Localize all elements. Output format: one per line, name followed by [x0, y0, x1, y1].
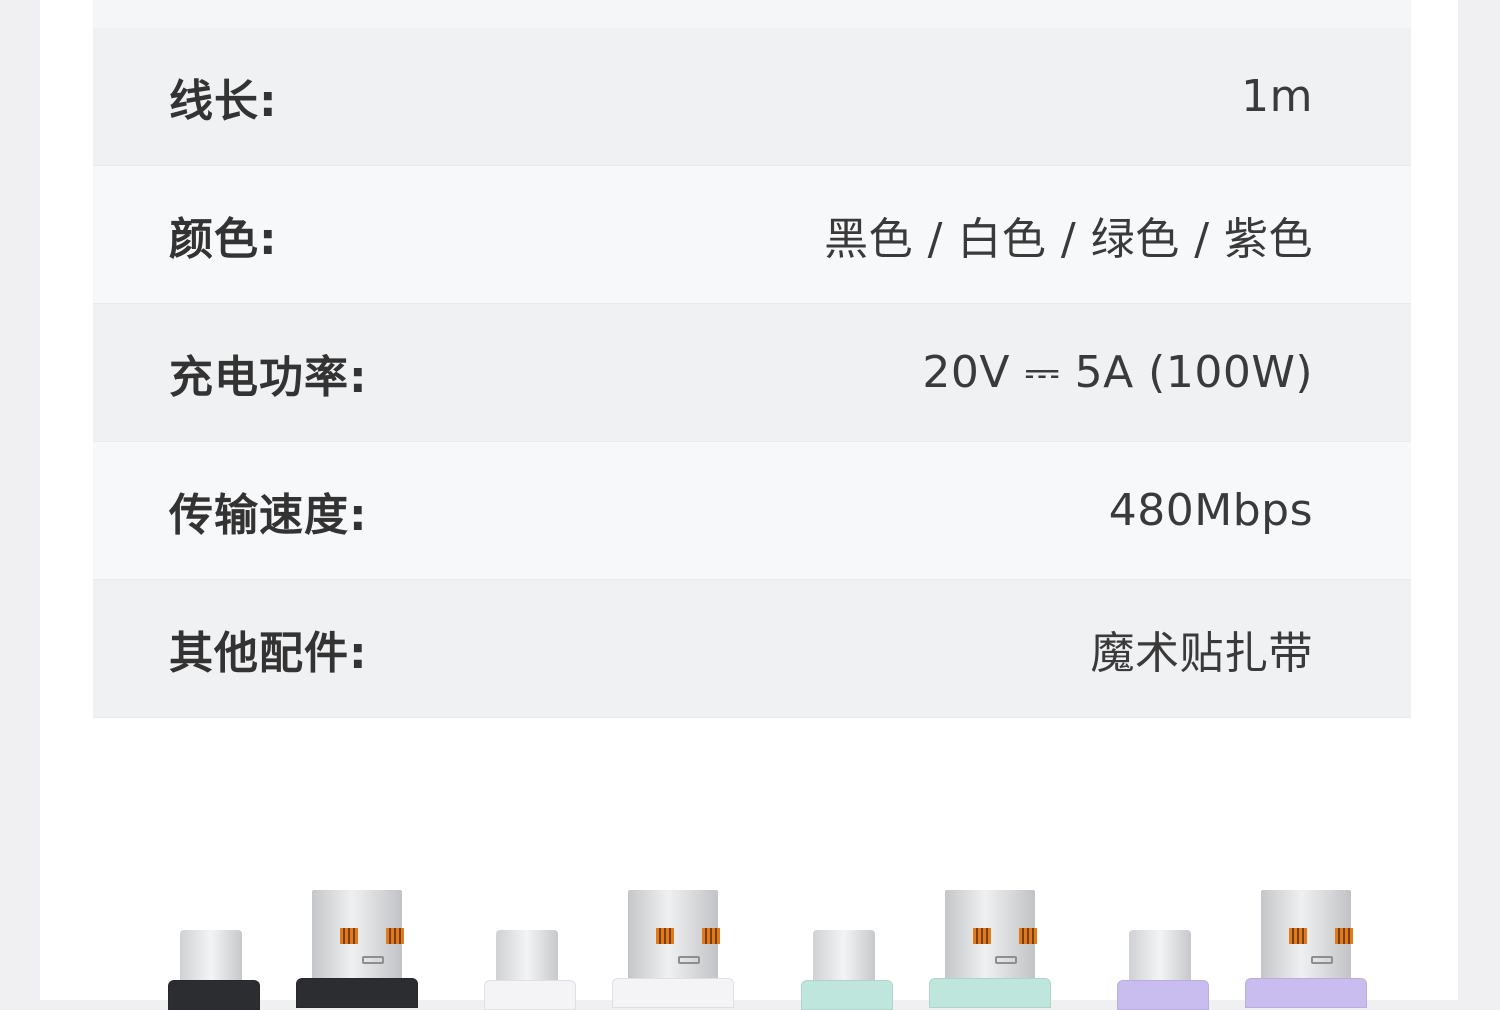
- cable-product-image: [40, 870, 1458, 1010]
- usb-c-connector-icon: [168, 930, 260, 1010]
- spec-label: 充电功率:: [169, 351, 368, 403]
- spec-value: 480Mbps: [1108, 485, 1313, 536]
- usb-a-connector-icon: [1245, 890, 1367, 1008]
- usb-a-connector-icon: [929, 890, 1051, 1008]
- cable-green: [801, 870, 1051, 1010]
- spec-row-color: 颜色: 黑色 / 白色 / 绿色 / 紫色: [93, 166, 1411, 304]
- spec-label: 其他配件:: [169, 627, 368, 679]
- spec-value: 魔术贴扎带: [1090, 627, 1313, 679]
- usb-a-connector-icon: [612, 890, 734, 1008]
- usb-c-connector-icon: [484, 930, 576, 1010]
- spec-row-transfer-speed: 传输速度: 480Mbps: [93, 442, 1411, 580]
- usb-c-connector-icon: [1117, 930, 1209, 1010]
- product-detail-sheet: 线长: 1m 颜色: 黑色 / 白色 / 绿色 / 紫色 充电功率: 20V ⎓…: [40, 0, 1458, 1010]
- usb-c-connector-icon: [801, 930, 893, 1010]
- spec-label: 线长:: [169, 75, 278, 127]
- spec-table: 线长: 1m 颜色: 黑色 / 白色 / 绿色 / 紫色 充电功率: 20V ⎓…: [93, 0, 1411, 718]
- spec-row-charging-power: 充电功率: 20V ⎓ 5A (100W): [93, 304, 1411, 442]
- spec-value: 1m: [1241, 71, 1313, 122]
- spec-row-length: 线长: 1m: [93, 28, 1411, 166]
- cable-purple: [1117, 870, 1367, 1010]
- spec-value: 黑色 / 白色 / 绿色 / 紫色: [824, 213, 1313, 265]
- usb-a-connector-icon: [296, 890, 418, 1008]
- spec-label: 颜色:: [169, 213, 278, 265]
- spec-table-top-edge: [93, 0, 1411, 28]
- spec-label: 传输速度:: [169, 489, 368, 541]
- cable-white: [484, 870, 734, 1010]
- cable-black: [168, 870, 418, 1010]
- spec-row-accessories: 其他配件: 魔术贴扎带: [93, 580, 1411, 718]
- spec-value: 20V ⎓ 5A (100W): [922, 347, 1313, 398]
